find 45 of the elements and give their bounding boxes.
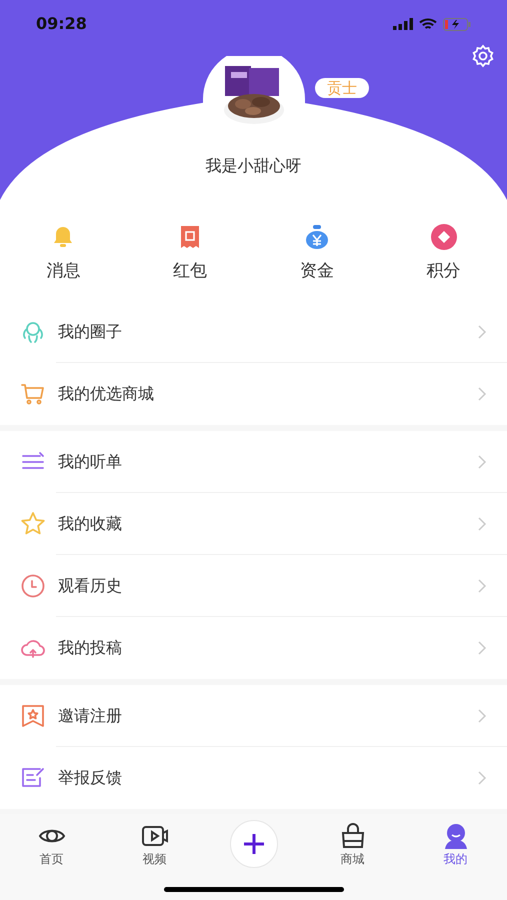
chevron-right-icon bbox=[477, 386, 487, 402]
menu-row[interactable]: 我的听单 bbox=[0, 430, 507, 492]
shortcut-button[interactable]: 积分 bbox=[404, 223, 484, 284]
tab[interactable]: 视频 bbox=[126, 822, 182, 868]
tab[interactable]: 我的 bbox=[428, 822, 484, 868]
plus-icon bbox=[242, 833, 264, 855]
menu-label: 我的优选商城 bbox=[58, 382, 155, 404]
chevron-right-icon bbox=[477, 578, 487, 594]
star-icon bbox=[20, 510, 46, 536]
add-button[interactable] bbox=[230, 820, 278, 868]
menu-label: 举报反馈 bbox=[58, 766, 123, 788]
clock-icon bbox=[20, 572, 46, 598]
menu-label: 邀请注册 bbox=[58, 704, 123, 726]
menu-row[interactable]: 我的收藏 bbox=[0, 492, 507, 554]
rank-badge: 贡士 bbox=[315, 78, 369, 98]
menu-row[interactable]: 邀请注册 bbox=[0, 684, 507, 746]
shortcut-button[interactable]: 红包 bbox=[150, 223, 230, 284]
chevron-right-icon bbox=[477, 324, 487, 340]
diamond-coin-icon bbox=[430, 223, 458, 251]
menu-label: 我的投稿 bbox=[58, 636, 123, 658]
tab[interactable]: 首页 bbox=[24, 822, 80, 868]
menu-row[interactable]: 我的圈子 bbox=[0, 300, 507, 362]
battery-charging-icon bbox=[443, 18, 471, 30]
bookmark-star-icon bbox=[20, 702, 46, 728]
menu-label: 观看历史 bbox=[58, 574, 123, 596]
chevron-right-icon bbox=[477, 454, 487, 470]
status-time: 09:28 bbox=[36, 13, 87, 35]
user-name: 我是小甜心呀 bbox=[206, 155, 302, 177]
shortcut-button[interactable]: 消息 bbox=[23, 223, 104, 284]
menu-label: 我的收藏 bbox=[58, 512, 123, 534]
tab[interactable]: 商城 bbox=[324, 822, 380, 868]
settings-icon[interactable] bbox=[471, 44, 495, 68]
menu-row[interactable]: 我的投稿 bbox=[0, 616, 507, 678]
shortcut-button[interactable]: 资金 bbox=[276, 223, 357, 284]
chevron-right-icon bbox=[477, 516, 487, 532]
menu-row[interactable]: 我的优选商城 bbox=[0, 362, 507, 424]
menu-row[interactable]: 观看历史 bbox=[0, 554, 507, 616]
signal-icon bbox=[393, 18, 413, 30]
menu-label: 我的圈子 bbox=[58, 320, 123, 342]
wifi-icon bbox=[419, 18, 437, 30]
menu-label: 我的听单 bbox=[58, 450, 123, 472]
chevron-right-icon bbox=[477, 640, 487, 656]
chevron-right-icon bbox=[477, 708, 487, 724]
chevron-right-icon bbox=[477, 770, 487, 786]
menu-row[interactable]: 举报反馈 bbox=[0, 746, 507, 808]
